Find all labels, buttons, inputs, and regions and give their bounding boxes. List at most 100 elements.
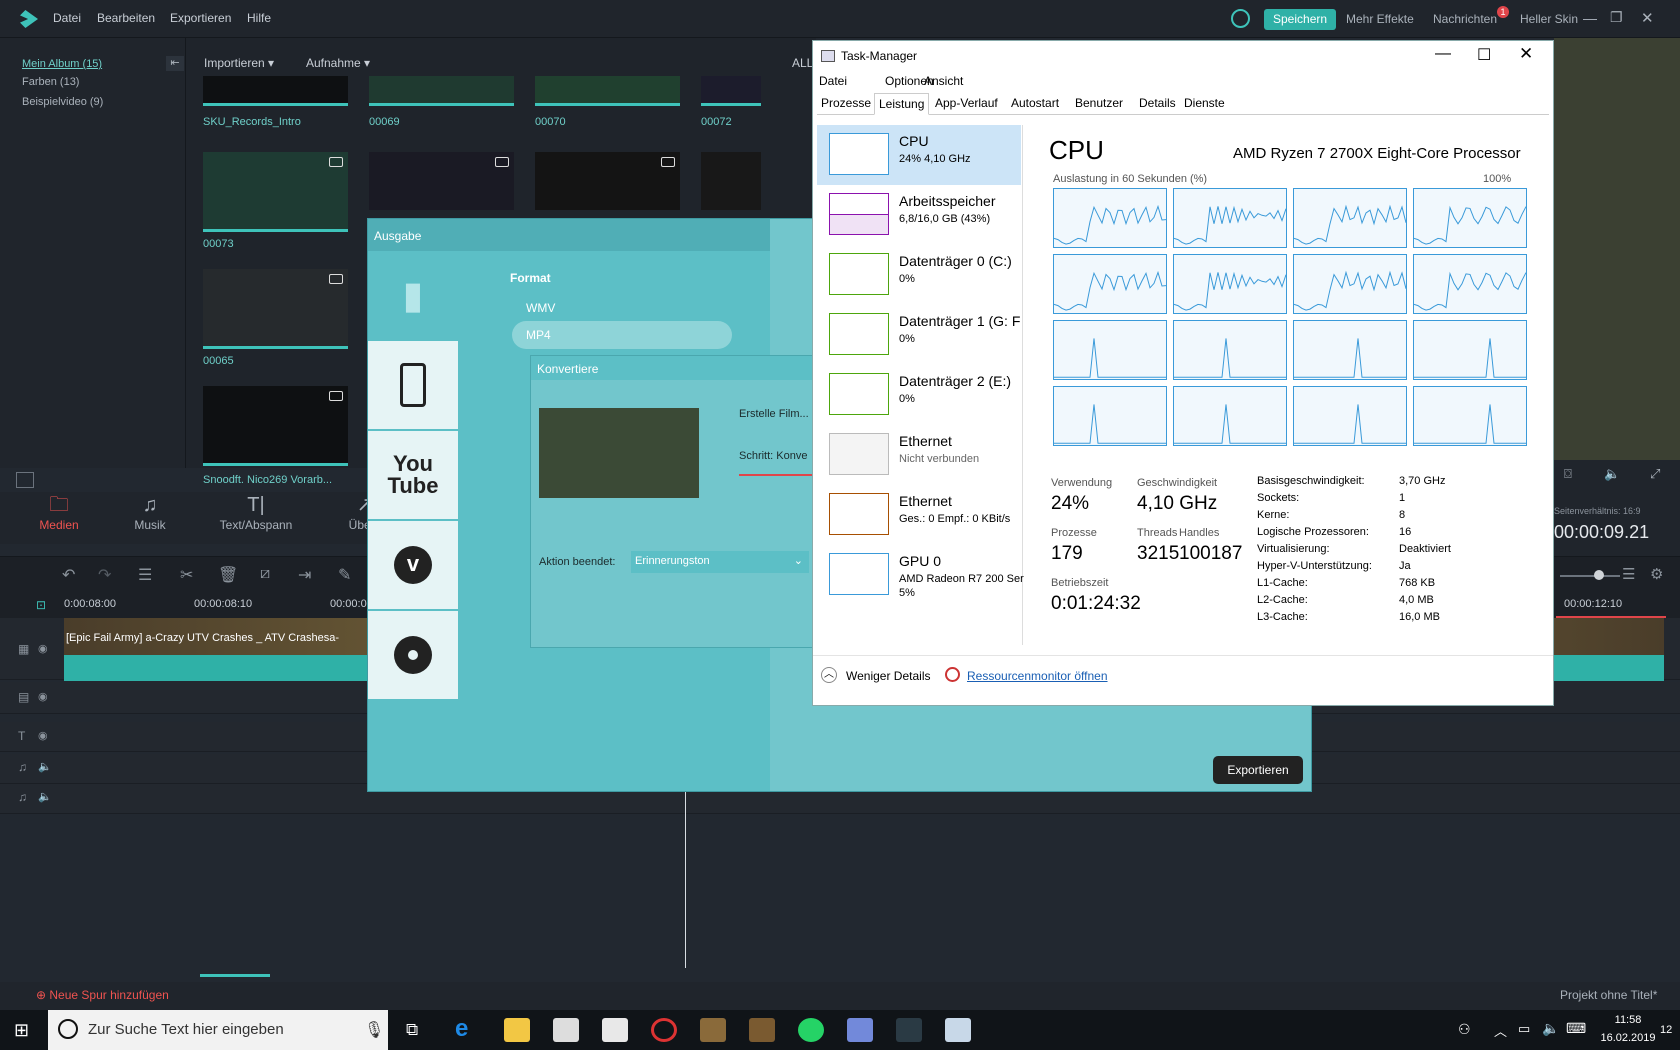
action-center-badge[interactable]: 12	[1660, 1024, 1672, 1036]
resource-item-disk-0[interactable]: Datenträger 0 (C:) 0%	[817, 245, 1021, 305]
media-thumbnail[interactable]	[203, 386, 348, 466]
pin-icon[interactable]: ✎	[338, 565, 351, 585]
filmora-taskbar-icon[interactable]	[896, 1018, 922, 1042]
action-select[interactable]: Erinnerungston ⌄	[631, 551, 809, 573]
fewer-details-link[interactable]: Weniger Details	[846, 669, 930, 683]
speaker-icon[interactable]: 🔈	[38, 790, 52, 803]
windows-start-icon[interactable]: ⊞	[14, 1020, 29, 1041]
zoom-slider-handle[interactable]	[1594, 570, 1604, 580]
export-target-dvd[interactable]	[368, 611, 458, 699]
file-explorer-icon[interactable]	[504, 1018, 530, 1042]
format-option-mp4[interactable]: MP4	[512, 321, 732, 349]
tab-leistung[interactable]: Leistung	[874, 93, 930, 115]
import-dropdown[interactable]: Importieren ▾	[204, 56, 274, 70]
task-view-icon[interactable]: ⧉	[406, 1020, 418, 1040]
media-thumbnail[interactable]	[701, 152, 761, 210]
crop-icon[interactable]: ⧄	[260, 565, 270, 583]
undo-icon[interactable]: ↶	[62, 565, 75, 585]
library-item-colors[interactable]: Farben (13)	[22, 76, 79, 88]
snap-icon[interactable]: ⊡	[36, 598, 46, 612]
snapshot-icon[interactable]: ⌼	[1564, 466, 1572, 482]
task-manager-taskbar-icon[interactable]	[945, 1018, 971, 1042]
library-item-sample-video[interactable]: Beispielvideo (9)	[22, 96, 103, 108]
people-icon[interactable]: ⚇	[1458, 1021, 1471, 1038]
cut-icon[interactable]: ✂	[180, 565, 193, 585]
resource-item-gpu[interactable]: GPU 0 AMD Radeon R7 200 Ser 5%	[817, 545, 1024, 605]
resource-item-ethernet-2[interactable]: Ethernet Ges.: 0 Empf.: 0 KBit/s	[817, 485, 1021, 545]
whatsapp-icon[interactable]	[798, 1018, 824, 1042]
close-icon[interactable]: ✕	[1641, 9, 1654, 27]
tab-media[interactable]: 🗀 Medien	[14, 492, 104, 532]
resource-item-disk-1[interactable]: Datenträger 1 (G: F 0%	[817, 305, 1021, 365]
export-button[interactable]: Exportieren	[1213, 756, 1303, 784]
media-thumbnail[interactable]	[203, 76, 348, 106]
media-thumbnail[interactable]	[535, 152, 680, 210]
filter-dropdown[interactable]: ALL	[792, 56, 813, 70]
fullscreen-icon[interactable]: ⤢	[1650, 466, 1660, 482]
timeline-scrollbar[interactable]	[200, 974, 270, 977]
save-button[interactable]: Speichern	[1264, 9, 1337, 30]
collapse-sidebar-icon[interactable]: ⇤	[166, 56, 184, 71]
media-thumbnail[interactable]	[535, 76, 680, 106]
resource-item-disk-2[interactable]: Datenträger 2 (E:) 0%	[817, 365, 1021, 425]
edge-browser-icon[interactable]: e	[455, 1015, 481, 1042]
tab-app-verlauf[interactable]: App-Verlauf	[931, 96, 1002, 110]
export-target-device[interactable]	[368, 341, 458, 429]
minecraft-launcher-icon[interactable]	[749, 1018, 775, 1042]
tab-prozesse[interactable]: Prozesse	[817, 96, 875, 110]
resource-item-ethernet-1[interactable]: Ethernet Nicht verbunden	[817, 425, 1021, 485]
minimize-icon[interactable]: —	[1583, 10, 1597, 26]
list-view-icon[interactable]: ☰	[1622, 565, 1635, 583]
eye-icon[interactable]: ◉	[38, 690, 48, 703]
redo-icon[interactable]: ↷	[98, 565, 111, 585]
menu-datei[interactable]: Datei	[53, 11, 81, 25]
minecraft-icon[interactable]	[700, 1018, 726, 1042]
close-icon[interactable]: ✕	[1519, 44, 1533, 64]
chevron-up-icon[interactable]: ︿	[821, 667, 837, 683]
network-icon[interactable]: ▭	[1518, 1021, 1530, 1037]
notifications-link[interactable]: Nachrichten	[1433, 12, 1497, 26]
volume-icon[interactable]: 🔈	[1604, 466, 1620, 482]
media-thumbnail[interactable]	[203, 269, 348, 349]
split-icon[interactable]: ⇥	[298, 565, 311, 585]
speaker-icon[interactable]: 🔈	[38, 760, 52, 773]
account-icon[interactable]	[1231, 9, 1250, 28]
clock-time[interactable]: 11:58	[1598, 1014, 1658, 1026]
library-item-my-album[interactable]: Mein Album (15)	[22, 58, 102, 70]
restore-icon[interactable]: ❐	[1610, 9, 1623, 26]
menu-exportieren[interactable]: Exportieren	[170, 11, 231, 25]
more-effects-link[interactable]: Mehr Effekte	[1346, 12, 1414, 26]
speaker-icon[interactable]: 🔈	[1542, 1020, 1559, 1037]
mail-icon[interactable]	[602, 1018, 628, 1042]
new-folder-icon[interactable]	[16, 472, 34, 488]
discord-icon[interactable]	[847, 1018, 873, 1042]
skin-toggle[interactable]: Heller Skin	[1520, 12, 1578, 26]
eye-icon[interactable]: ◉	[38, 729, 48, 742]
tab-music[interactable]: ♫ Musik	[105, 492, 195, 532]
tab-details[interactable]: Details	[1135, 96, 1180, 110]
resource-item-memory[interactable]: Arbeitsspeicher 6,8/16,0 GB (43%)	[817, 185, 1021, 245]
menu-bearbeiten[interactable]: Bearbeiten	[97, 11, 155, 25]
media-thumbnail[interactable]	[203, 152, 348, 232]
delete-icon[interactable]: 🗑	[218, 565, 238, 585]
export-target-vimeo[interactable]: v	[368, 521, 458, 609]
export-target-local[interactable]: ▮	[368, 251, 458, 339]
format-option-wmv[interactable]: WMV	[526, 301, 555, 315]
adjust-icon[interactable]: ☰	[138, 565, 152, 585]
tab-autostart[interactable]: Autostart	[1007, 96, 1063, 110]
settings-icon[interactable]: ⚙	[1650, 565, 1663, 583]
resource-monitor-link[interactable]: Ressourcenmonitor öffnen	[967, 669, 1108, 683]
resource-item-cpu[interactable]: CPU 24% 4,10 GHz	[817, 125, 1021, 185]
media-thumbnail[interactable]	[369, 76, 514, 106]
chevron-up-icon[interactable]: ︿	[1494, 1021, 1507, 1040]
taskbar-search-box[interactable]: Zur Suche Text hier eingeben 🎙	[48, 1010, 388, 1050]
maximize-icon[interactable]: ☐	[1477, 45, 1491, 65]
tab-benutzer[interactable]: Benutzer	[1071, 96, 1127, 110]
microphone-icon[interactable]: 🎙	[364, 1020, 384, 1040]
store-icon[interactable]	[553, 1018, 579, 1042]
export-target-youtube[interactable]: You Tube	[368, 431, 458, 519]
media-thumbnail[interactable]	[369, 152, 514, 210]
clock-date[interactable]: 16.02.2019	[1594, 1032, 1662, 1044]
menu-ansicht[interactable]: Ansicht	[924, 74, 963, 88]
app-red-icon[interactable]	[651, 1018, 677, 1042]
